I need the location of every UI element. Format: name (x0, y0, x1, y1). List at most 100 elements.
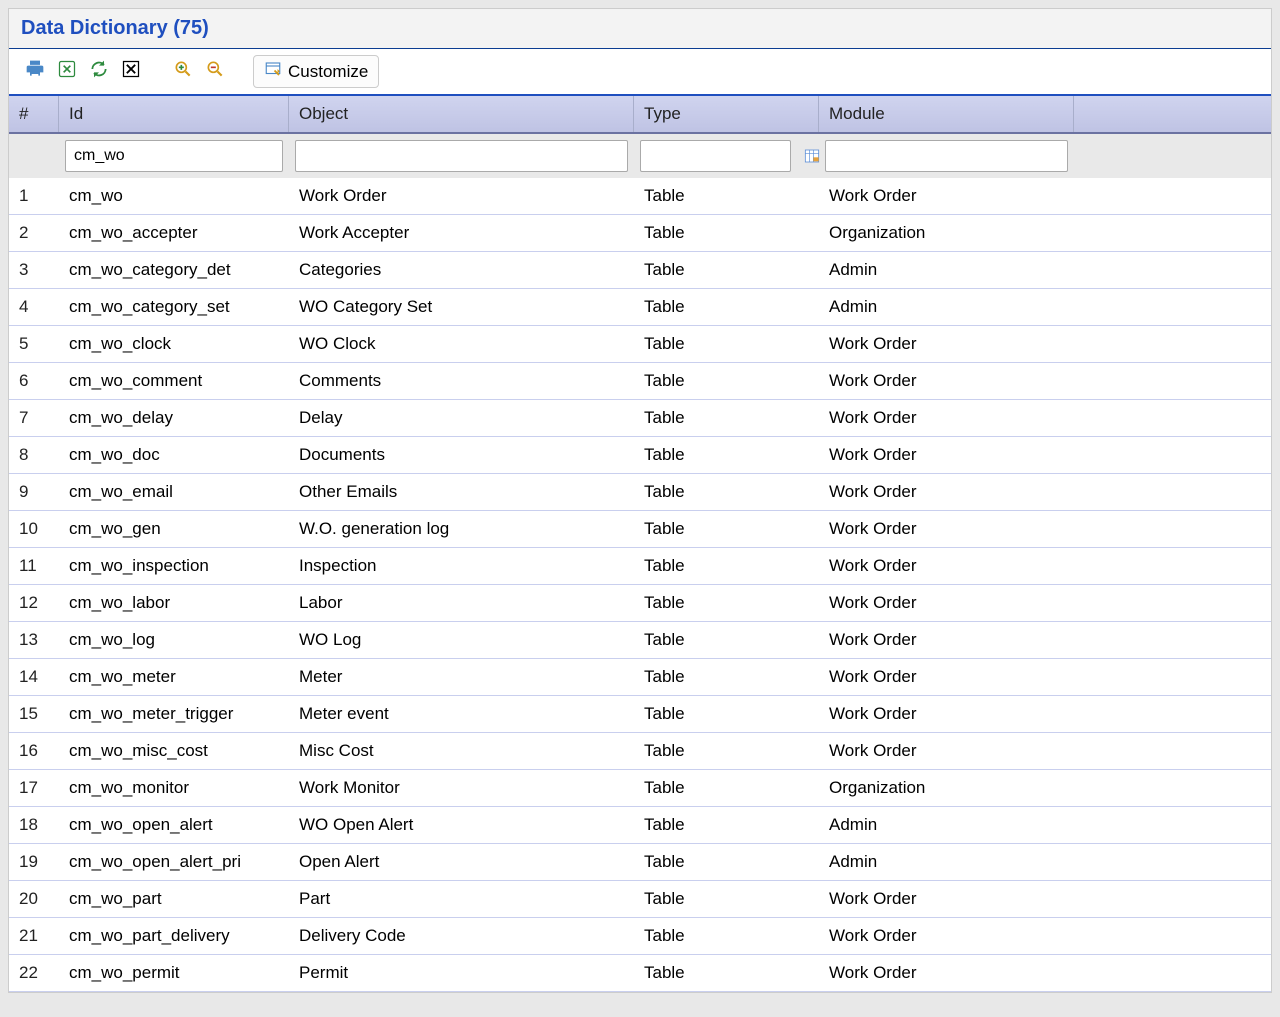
table-row[interactable]: 9cm_wo_emailOther EmailsTableWork Order (9, 474, 1271, 511)
table-row[interactable]: 10cm_wo_genW.O. generation logTableWork … (9, 511, 1271, 548)
cell-blank (1074, 474, 1271, 510)
cell-blank (1074, 622, 1271, 658)
cell-type: Table (634, 400, 819, 436)
cell-rownum: 11 (9, 548, 59, 584)
customize-icon (264, 60, 282, 83)
col-object[interactable]: Object (289, 96, 634, 132)
cell-object: Delay (289, 400, 634, 436)
table-row[interactable]: 14cm_wo_meterMeterTableWork Order (9, 659, 1271, 696)
cell-blank (1074, 252, 1271, 288)
cell-id: cm_wo_delay (59, 400, 289, 436)
cell-blank (1074, 178, 1271, 214)
table-row[interactable]: 6cm_wo_commentCommentsTableWork Order (9, 363, 1271, 400)
refresh-button[interactable] (85, 58, 113, 86)
cell-id: cm_wo_part (59, 881, 289, 917)
cell-blank (1074, 400, 1271, 436)
cell-module: Work Order (819, 178, 1074, 214)
clear-filter-button[interactable] (117, 58, 145, 86)
table-row[interactable]: 11cm_wo_inspectionInspectionTableWork Or… (9, 548, 1271, 585)
cell-object: Part (289, 881, 634, 917)
filter-object-input[interactable] (295, 140, 628, 172)
col-type[interactable]: Type (634, 96, 819, 132)
cell-object: W.O. generation log (289, 511, 634, 547)
cell-type: Table (634, 659, 819, 695)
cell-blank (1074, 844, 1271, 880)
grid-header: # Id Object Type Module (9, 96, 1271, 134)
cell-id: cm_wo_log (59, 622, 289, 658)
cell-blank (1074, 770, 1271, 806)
cell-type: Table (634, 289, 819, 325)
zoom-in-button[interactable] (169, 58, 197, 86)
table-row[interactable]: 21cm_wo_part_deliveryDelivery CodeTableW… (9, 918, 1271, 955)
cell-rownum: 13 (9, 622, 59, 658)
cell-module: Work Order (819, 326, 1074, 362)
cell-object: Documents (289, 437, 634, 473)
cell-id: cm_wo_comment (59, 363, 289, 399)
table-row[interactable]: 4cm_wo_category_setWO Category SetTableA… (9, 289, 1271, 326)
export-excel-button[interactable] (53, 58, 81, 86)
table-row[interactable]: 12cm_wo_laborLaborTableWork Order (9, 585, 1271, 622)
cell-module: Work Order (819, 918, 1074, 954)
table-row[interactable]: 20cm_wo_partPartTableWork Order (9, 881, 1271, 918)
cell-object: Meter event (289, 696, 634, 732)
printer-icon (25, 59, 45, 84)
cell-rownum: 4 (9, 289, 59, 325)
cell-rownum: 21 (9, 918, 59, 954)
table-row[interactable]: 22cm_wo_permitPermitTableWork Order (9, 955, 1271, 992)
panel-title: Data Dictionary (75) (9, 9, 1271, 49)
table-row[interactable]: 5cm_wo_clockWO ClockTableWork Order (9, 326, 1271, 363)
cell-id: cm_wo_doc (59, 437, 289, 473)
cell-type: Table (634, 511, 819, 547)
table-row[interactable]: 16cm_wo_misc_costMisc CostTableWork Orde… (9, 733, 1271, 770)
cell-module: Organization (819, 770, 1074, 806)
table-row[interactable]: 8cm_wo_docDocumentsTableWork Order (9, 437, 1271, 474)
cell-blank (1074, 326, 1271, 362)
cell-module: Work Order (819, 474, 1074, 510)
cell-type: Table (634, 548, 819, 584)
table-row[interactable]: 13cm_wo_logWO LogTableWork Order (9, 622, 1271, 659)
cell-type: Table (634, 585, 819, 621)
cell-object: WO Clock (289, 326, 634, 362)
cell-rownum: 6 (9, 363, 59, 399)
filter-type-input[interactable] (640, 140, 791, 172)
cell-module: Admin (819, 252, 1074, 288)
cell-id: cm_wo_meter_trigger (59, 696, 289, 732)
cell-id: cm_wo_meter (59, 659, 289, 695)
col-rownum[interactable]: # (9, 96, 59, 132)
print-button[interactable] (21, 58, 49, 86)
cell-module: Work Order (819, 622, 1074, 658)
cell-object: Open Alert (289, 844, 634, 880)
cell-type: Table (634, 215, 819, 251)
filter-module-input[interactable] (825, 140, 1068, 172)
data-dictionary-panel: Data Dictionary (75) (8, 8, 1272, 993)
cell-rownum: 15 (9, 696, 59, 732)
customize-button[interactable]: Customize (253, 55, 379, 88)
cell-module: Admin (819, 289, 1074, 325)
cell-module: Work Order (819, 881, 1074, 917)
cell-id: cm_wo_part_delivery (59, 918, 289, 954)
cell-type: Table (634, 474, 819, 510)
table-row[interactable]: 1cm_woWork OrderTableWork Order (9, 178, 1271, 215)
table-row[interactable]: 7cm_wo_delayDelayTableWork Order (9, 400, 1271, 437)
cell-id: cm_wo_email (59, 474, 289, 510)
col-module[interactable]: Module (819, 96, 1074, 132)
zoom-out-icon (205, 59, 225, 84)
table-row[interactable]: 3cm_wo_category_detCategoriesTableAdmin (9, 252, 1271, 289)
cell-type: Table (634, 696, 819, 732)
filter-id-input[interactable] (65, 140, 283, 172)
cell-module: Admin (819, 844, 1074, 880)
cell-object: Comments (289, 363, 634, 399)
table-row[interactable]: 15cm_wo_meter_triggerMeter eventTableWor… (9, 696, 1271, 733)
table-row[interactable]: 17cm_wo_monitorWork MonitorTableOrganiza… (9, 770, 1271, 807)
table-row[interactable]: 19cm_wo_open_alert_priOpen AlertTableAdm… (9, 844, 1271, 881)
table-row[interactable]: 2cm_wo_accepterWork AccepterTableOrganiz… (9, 215, 1271, 252)
col-id[interactable]: Id (59, 96, 289, 132)
cell-rownum: 3 (9, 252, 59, 288)
cell-rownum: 5 (9, 326, 59, 362)
table-row[interactable]: 18cm_wo_open_alertWO Open AlertTableAdmi… (9, 807, 1271, 844)
zoom-in-icon (173, 59, 193, 84)
cell-blank (1074, 511, 1271, 547)
zoom-out-button[interactable] (201, 58, 229, 86)
cell-blank (1074, 918, 1271, 954)
cell-id: cm_wo_clock (59, 326, 289, 362)
